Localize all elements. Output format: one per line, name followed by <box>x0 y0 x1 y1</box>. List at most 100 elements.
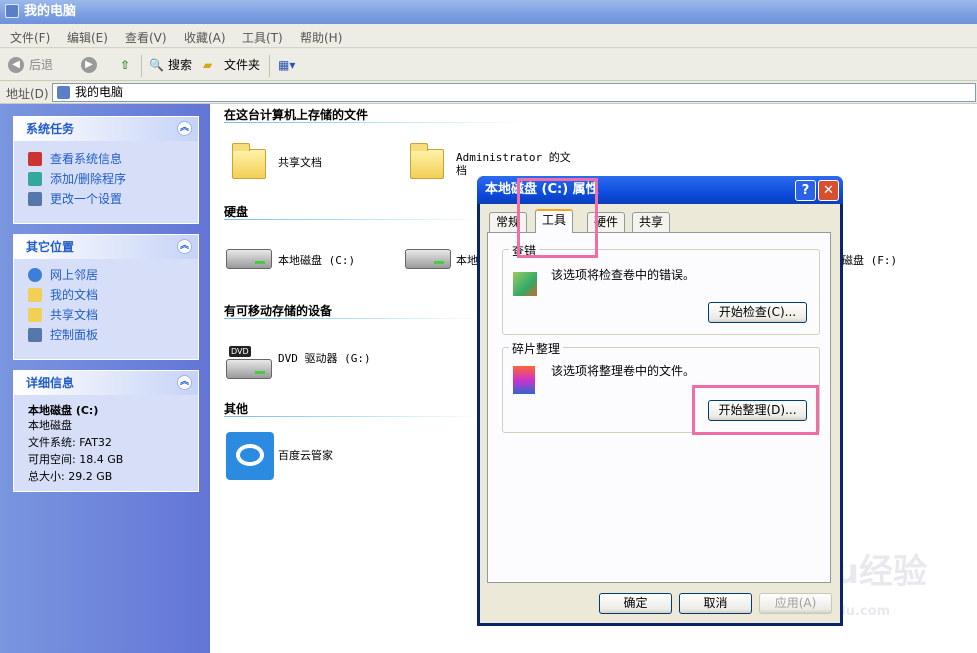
collapse-icon[interactable]: ︽ <box>177 121 192 136</box>
panel-header[interactable]: 详细信息 ︽ <box>14 371 198 395</box>
item-admin-docs[interactable]: Administrator 的文 <box>456 149 571 165</box>
menu-bar: 文件(F) 编辑(E) 查看(V) 收藏(A) 工具(T) 帮助(H) <box>0 24 977 48</box>
hard-drive-icon[interactable] <box>226 249 272 269</box>
cancel-button[interactable]: 取消 <box>679 593 752 614</box>
computer-icon <box>57 86 70 99</box>
item-shared-docs[interactable]: 共享文档 <box>278 154 322 170</box>
item-drive-d[interactable]: 本地 <box>456 252 478 268</box>
help-button[interactable]: ? <box>795 180 816 201</box>
task-label: 添加/删除程序 <box>50 172 127 186</box>
place-label: 共享文档 <box>50 308 99 322</box>
panel-header[interactable]: 其它位置 ︽ <box>14 235 198 259</box>
place-control-panel[interactable]: 控制面板 <box>14 325 198 345</box>
folder-icon <box>28 288 42 302</box>
menu-edit[interactable]: 编辑(E) <box>67 29 108 46</box>
error-check-group: 查错 该选项将检查卷中的错误。 开始检查(C)... <box>502 242 820 335</box>
baidu-cloud-icon[interactable] <box>226 432 274 480</box>
menu-help[interactable]: 帮助(H) <box>300 29 342 46</box>
detail-type: 本地磁盘 <box>28 419 72 432</box>
defrag-icon <box>513 366 535 394</box>
system-tasks-panel: 系统任务 ︽ 查看系统信息 添加/删除程序 更改一个设置 <box>13 116 199 224</box>
item-baidu-cloud[interactable]: 百度云管家 <box>278 447 333 463</box>
folders-icon[interactable]: ▰ <box>203 55 212 75</box>
forward-arrow-icon[interactable]: ▶ <box>81 57 97 73</box>
dvd-badge: DVD <box>229 346 251 357</box>
panel-title: 详细信息 <box>26 376 75 390</box>
collapse-icon[interactable]: ︽ <box>177 375 192 390</box>
hard-drive-icon[interactable] <box>405 249 451 269</box>
window-title: 我的电脑 <box>24 4 77 19</box>
address-label: 地址(D) <box>6 87 49 101</box>
collapse-icon[interactable]: ︽ <box>177 239 192 254</box>
section-hard-drives: 硬盘 <box>224 205 249 219</box>
toolbar-separator <box>269 55 270 77</box>
task-pane: 系统任务 ︽ 查看系统信息 添加/删除程序 更改一个设置 其它位置 ︽ 网上邻居… <box>0 104 210 653</box>
section-other: 其他 <box>224 402 249 416</box>
task-label: 更改一个设置 <box>50 192 123 206</box>
back-button[interactable]: 后退 <box>29 55 53 75</box>
system-info-icon <box>28 152 42 166</box>
search-icon[interactable]: 🔍 <box>149 55 164 75</box>
panel-title: 其它位置 <box>26 240 75 254</box>
programs-icon <box>28 172 42 186</box>
highlight-defrag-button <box>692 385 819 435</box>
folders-button[interactable]: 文件夹 <box>224 55 260 75</box>
views-icon[interactable]: ▦▾ <box>278 55 295 75</box>
folder-icon <box>28 308 42 322</box>
place-label: 我的文档 <box>50 288 99 302</box>
tab-tools[interactable]: 工具 <box>535 209 574 233</box>
task-change-setting[interactable]: 更改一个设置 <box>14 189 198 209</box>
start-check-button[interactable]: 开始检查(C)... <box>708 302 807 323</box>
place-network[interactable]: 网上邻居 <box>14 265 198 285</box>
toolbar-separator <box>141 55 142 77</box>
panel-title: 系统任务 <box>26 122 75 136</box>
task-add-remove-programs[interactable]: 添加/删除程序 <box>14 169 198 189</box>
section-divider <box>224 318 484 319</box>
check-disk-icon <box>513 272 537 296</box>
tab-sharing[interactable]: 共享 <box>632 212 671 232</box>
section-divider <box>224 122 524 123</box>
panel-header[interactable]: 系统任务 ︽ <box>14 117 198 141</box>
control-panel-icon <box>28 328 42 342</box>
my-computer-icon <box>5 4 19 18</box>
dvd-drive-icon[interactable]: DVD <box>226 346 272 379</box>
detail-filesystem: 文件系统: FAT32 <box>28 436 112 449</box>
other-places-panel: 其它位置 ︽ 网上邻居 我的文档 共享文档 控制面板 <box>13 234 199 360</box>
folder-icon[interactable] <box>410 143 444 179</box>
section-stored-files: 在这台计算机上存储的文件 <box>224 108 369 122</box>
ok-button[interactable]: 确定 <box>599 593 672 614</box>
control-panel-icon <box>28 192 42 206</box>
address-value: 我的电脑 <box>75 85 124 99</box>
place-shared-documents[interactable]: 共享文档 <box>14 305 198 325</box>
folder-icon[interactable] <box>232 143 266 179</box>
place-my-documents[interactable]: 我的文档 <box>14 285 198 305</box>
check-description: 该选项将检查卷中的错误。 <box>551 268 696 282</box>
apply-button[interactable]: 应用(A) <box>759 593 832 614</box>
detail-total-size: 总大小: 29.2 GB <box>28 470 113 483</box>
place-label: 网上邻居 <box>50 268 99 282</box>
menu-view[interactable]: 查看(V) <box>125 29 167 46</box>
address-bar: 地址(D) 我的电脑 <box>0 82 977 104</box>
item-drive-c[interactable]: 本地磁盘 (C:) <box>278 252 355 268</box>
place-label: 控制面板 <box>50 328 99 342</box>
menu-file[interactable]: 文件(F) <box>10 29 50 46</box>
network-icon <box>28 268 42 282</box>
item-admin-docs-cont[interactable]: 档 <box>456 162 467 178</box>
task-label: 查看系统信息 <box>50 152 123 166</box>
section-divider <box>224 416 484 417</box>
group-label: 碎片整理 <box>509 340 564 357</box>
search-button[interactable]: 搜索 <box>168 55 192 75</box>
detail-name: 本地磁盘 (C:) <box>28 404 99 417</box>
back-arrow-icon[interactable]: ◀ <box>8 57 24 73</box>
detail-free-space: 可用空间: 18.4 GB <box>28 453 124 466</box>
menu-favorites[interactable]: 收藏(A) <box>184 29 226 46</box>
item-drive-f[interactable]: 磁盘 (F:) <box>842 252 897 268</box>
item-dvd-drive[interactable]: DVD 驱动器 (G:) <box>278 350 371 366</box>
up-folder-icon[interactable]: ⇧ <box>120 55 130 75</box>
close-button[interactable]: ✕ <box>818 180 839 201</box>
section-removable: 有可移动存储的设备 <box>224 304 333 318</box>
details-panel: 详细信息 ︽ 本地磁盘 (C:) 本地磁盘 文件系统: FAT32 可用空间: … <box>13 370 199 492</box>
task-view-system-info[interactable]: 查看系统信息 <box>14 149 198 169</box>
menu-tools[interactable]: 工具(T) <box>242 29 283 46</box>
address-input[interactable]: 我的电脑 <box>52 83 976 102</box>
